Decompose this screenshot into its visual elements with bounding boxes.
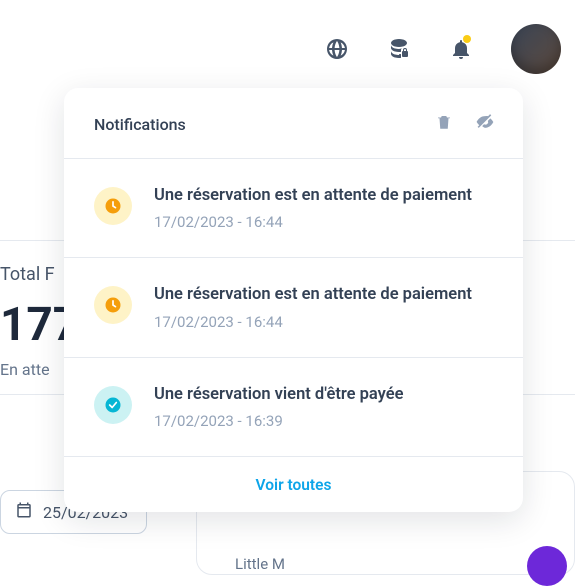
database-lock-icon[interactable] [387, 37, 411, 61]
clock-icon [94, 187, 132, 225]
notifications-panel: Notifications Une réservation est en att… [64, 88, 523, 512]
commissions-subline: Little M [235, 555, 285, 573]
notification-item[interactable]: Une réservation est en attente de paieme… [64, 257, 523, 356]
commissions-pie [527, 546, 567, 586]
globe-icon[interactable] [325, 37, 349, 61]
trash-icon [435, 113, 453, 131]
clock-icon [94, 286, 132, 324]
clear-notifications-button[interactable] [433, 110, 455, 138]
notification-title: Une réservation vient d'être payée [154, 384, 493, 405]
bell-badge [463, 35, 471, 43]
total-label: Total F [0, 264, 55, 285]
notification-item[interactable]: Une réservation est en attente de paieme… [64, 158, 523, 257]
notification-title: Une réservation est en attente de paieme… [154, 185, 493, 206]
view-all-link[interactable]: Voir toutes [256, 476, 332, 494]
avatar[interactable] [511, 24, 561, 74]
notification-item[interactable]: Une réservation vient d'être payée 17/02… [64, 357, 523, 456]
bell-icon[interactable] [449, 37, 473, 61]
pending-label: En atte [0, 360, 50, 379]
notifications-title: Notifications [94, 115, 186, 134]
notification-time: 17/02/2023 - 16:39 [154, 412, 493, 430]
eye-off-icon [475, 112, 495, 132]
notification-title: Une réservation est en attente de paieme… [154, 284, 493, 305]
calendar-icon [15, 501, 33, 523]
notification-time: 17/02/2023 - 16:44 [154, 213, 493, 231]
mute-notifications-button[interactable] [473, 110, 497, 138]
check-circle-icon [94, 386, 132, 424]
notification-time: 17/02/2023 - 16:44 [154, 313, 493, 331]
